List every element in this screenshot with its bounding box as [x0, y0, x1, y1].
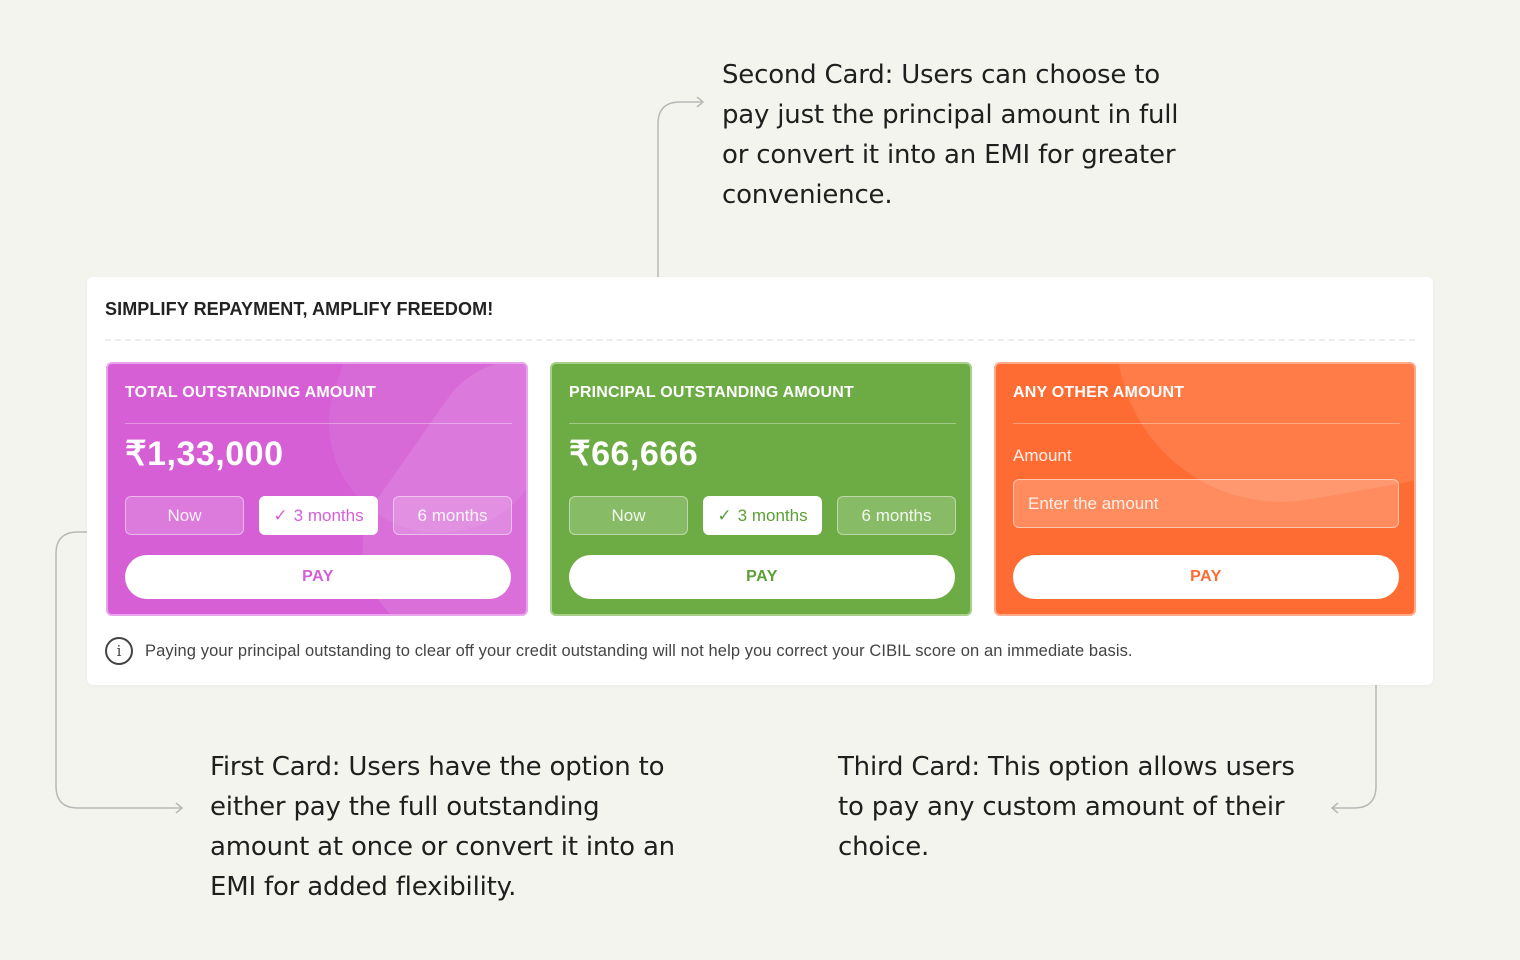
- pay-button[interactable]: PAY: [569, 555, 955, 599]
- principal-outstanding-card: PRINCIPAL OUTSTANDING AMOUNT ₹66,666 Now…: [550, 362, 972, 616]
- option-6-months[interactable]: 6 months: [837, 496, 956, 535]
- option-6-months[interactable]: 6 months: [393, 496, 512, 535]
- option-now[interactable]: Now: [125, 496, 244, 535]
- option-label: 3 months: [293, 505, 364, 525]
- annotation-third-card: Third Card: This option allows users to …: [838, 752, 1295, 862]
- annotation-first-card: First Card: Users have the option to eit…: [210, 752, 675, 902]
- option-label: Now: [611, 505, 646, 525]
- option-now[interactable]: Now: [569, 496, 688, 535]
- option-3-months[interactable]: ✓ 3 months: [703, 496, 822, 535]
- option-label: Now: [167, 505, 202, 525]
- checkmark-icon: ✓: [273, 505, 288, 525]
- option-3-months[interactable]: ✓ 3 months: [259, 496, 378, 535]
- card-title: TOTAL OUTSTANDING AMOUNT: [125, 384, 377, 401]
- amount-input[interactable]: [1013, 479, 1399, 528]
- pay-button[interactable]: PAY: [1013, 555, 1399, 599]
- info-text: Paying your principal outstanding to cle…: [145, 641, 1133, 660]
- any-other-amount-card: ANY OTHER AMOUNT Amount PAY: [994, 362, 1416, 616]
- amount-field-label: Amount: [1013, 446, 1072, 465]
- annotation-second-card: Second Card: Users can choose to pay jus…: [722, 60, 1179, 210]
- repayment-panel: SIMPLIFY REPAYMENT, AMPLIFY FREEDOM! TOT…: [87, 277, 1433, 685]
- card-title: PRINCIPAL OUTSTANDING AMOUNT: [569, 384, 854, 401]
- option-label: 3 months: [737, 505, 808, 525]
- option-label: 6 months: [861, 505, 932, 525]
- info-note: i Paying your principal outstanding to c…: [105, 637, 1133, 665]
- card-title: ANY OTHER AMOUNT: [1013, 384, 1185, 401]
- principal-outstanding-amount: ₹66,666: [569, 435, 699, 473]
- checkmark-icon: ✓: [717, 505, 732, 525]
- card-divider: [569, 423, 956, 424]
- option-label: 6 months: [417, 505, 488, 525]
- card-divider: [1013, 423, 1400, 424]
- total-outstanding-amount: ₹1,33,000: [125, 435, 284, 473]
- card-divider: [125, 423, 512, 424]
- panel-title: SIMPLIFY REPAYMENT, AMPLIFY FREEDOM!: [105, 299, 494, 319]
- total-outstanding-card: TOTAL OUTSTANDING AMOUNT ₹1,33,000 Now ✓…: [106, 362, 528, 616]
- panel-divider: [105, 339, 1415, 341]
- info-icon: i: [105, 637, 133, 665]
- pay-button[interactable]: PAY: [125, 555, 511, 599]
